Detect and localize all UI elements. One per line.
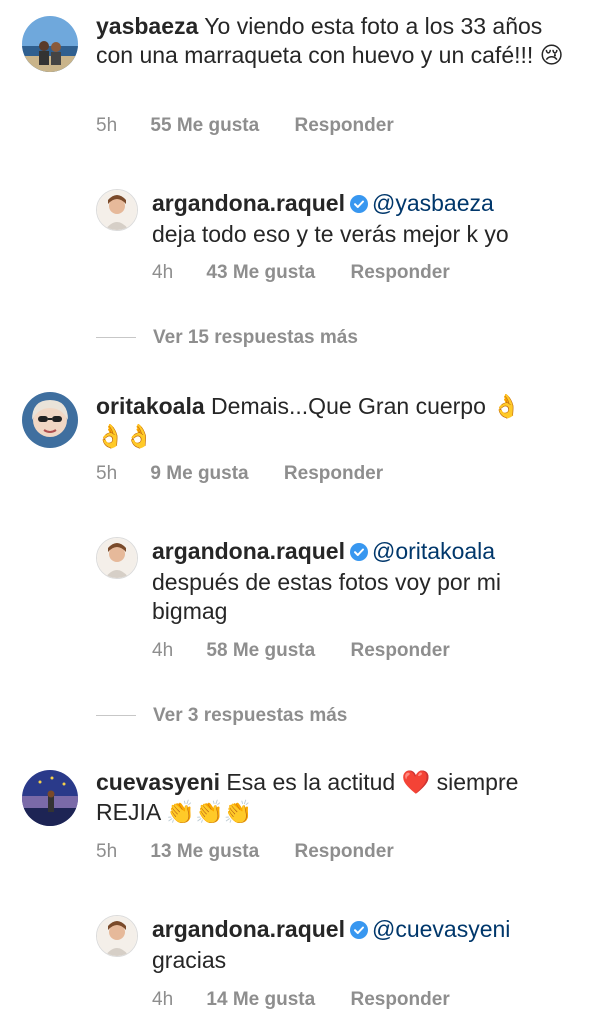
view-more-replies[interactable]: Ver 15 respuestas más — [96, 327, 358, 349]
reply-button[interactable]: Responder — [294, 115, 393, 137]
view-more-label[interactable]: Ver 15 respuestas más — [153, 327, 358, 348]
reply-mention[interactable]: @yasbaeza — [372, 190, 494, 216]
reply-time: 4h — [152, 262, 174, 283]
reply-meta: 4h 14 Me gusta Responder — [152, 989, 450, 1011]
verified-badge-icon — [349, 191, 368, 220]
avatar-cuevasyeni[interactable] — [22, 770, 78, 826]
avatar-yasbaeza[interactable] — [22, 16, 78, 72]
divider-line — [96, 337, 136, 339]
reply-mention[interactable]: @oritakoala — [372, 538, 495, 564]
comment-meta: 5h 13 Me gusta Responder — [96, 841, 394, 863]
comment-time: 5h — [96, 463, 118, 484]
reply-button[interactable]: Responder — [294, 841, 393, 863]
comment-meta: 5h 55 Me gusta Responder — [96, 115, 394, 137]
divider-line — [96, 715, 136, 717]
reply-body: gracias — [152, 947, 227, 973]
reply-mention[interactable]: @cuevasyeni — [372, 916, 510, 942]
view-more-replies[interactable]: Ver 3 respuestas más — [96, 705, 347, 727]
reply-username[interactable]: argandona.raquel — [152, 538, 345, 564]
verified-badge-icon — [349, 539, 368, 568]
avatar-woman-sunglasses — [22, 392, 78, 448]
reply-text: argandona.raquel @oritakoala después de e… — [152, 537, 572, 626]
comment-likes[interactable]: 13 Me gusta — [150, 841, 259, 863]
clapping-hands-emoji: 👏👏👏 — [166, 800, 253, 826]
comment-body: REJIA — [96, 799, 160, 825]
avatar-illustration-icon — [97, 190, 137, 230]
ok-hand-emoji: 👌👌 — [96, 424, 154, 450]
comment-likes[interactable]: 9 Me gusta — [150, 463, 248, 485]
reply-button[interactable]: Responder — [350, 262, 449, 284]
reply-likes[interactable]: 58 Me gusta — [206, 640, 315, 662]
red-heart-emoji: ❤️ — [401, 770, 431, 796]
reply-button[interactable]: Responder — [284, 463, 383, 485]
view-more-label[interactable]: Ver 3 respuestas más — [153, 705, 347, 726]
crying-face-emoji: 😢 — [539, 43, 564, 69]
avatar-argandona-raquel[interactable] — [96, 915, 138, 957]
reply-likes[interactable]: 14 Me gusta — [206, 989, 315, 1011]
avatar-sunset-photo — [22, 770, 78, 826]
reply-body: después de estas fotos voy por mi bigmag — [152, 569, 502, 624]
comment-body: Esa es la actitud — [226, 769, 396, 795]
comment-meta: 5h 9 Me gusta Responder — [96, 463, 383, 485]
reply-time: 4h — [152, 640, 174, 661]
ok-hand-emoji: 👌 — [492, 394, 521, 420]
comment-text: yasbaeza Yo viendo esta foto a los 33 añ… — [96, 12, 576, 71]
avatar-illustration-icon — [97, 538, 137, 578]
comment-body: siempre — [436, 769, 519, 795]
comment-username[interactable]: oritakoala — [96, 393, 205, 419]
reply-likes[interactable]: 43 Me gusta — [206, 262, 315, 284]
comment-text: cuevasyeni Esa es la actitud ❤️ siempre … — [96, 768, 576, 828]
comment-username[interactable]: yasbaeza — [96, 13, 198, 39]
avatar-argandona-raquel[interactable] — [96, 189, 138, 231]
avatar-argandona-raquel[interactable] — [96, 537, 138, 579]
avatar-beach-photo — [22, 16, 78, 72]
reply-text: argandona.raquel @yasbaeza deja todo eso … — [152, 189, 572, 249]
reply-body: deja todo eso y te verás mejor k yo — [152, 221, 509, 247]
reply-meta: 4h 58 Me gusta Responder — [152, 640, 450, 662]
avatar-oritakoala[interactable] — [22, 392, 78, 448]
comment-username[interactable]: cuevasyeni — [96, 769, 220, 795]
avatar-illustration-icon — [97, 916, 137, 956]
verified-badge-icon — [349, 917, 368, 946]
reply-time: 4h — [152, 989, 174, 1010]
reply-button[interactable]: Responder — [350, 640, 449, 662]
reply-button[interactable]: Responder — [350, 989, 449, 1011]
reply-username[interactable]: argandona.raquel — [152, 190, 345, 216]
reply-meta: 4h 43 Me gusta Responder — [152, 262, 450, 284]
reply-text: argandona.raquel @cuevasyeni gracias — [152, 915, 572, 975]
reply-username[interactable]: argandona.raquel — [152, 916, 345, 942]
comment-likes[interactable]: 55 Me gusta — [150, 115, 259, 137]
comment-time: 5h — [96, 115, 118, 136]
comment-body: Demais...Que Gran cuerpo — [211, 393, 486, 419]
comment-time: 5h — [96, 841, 118, 862]
comment-text: oritakoala Demais...Que Gran cuerpo 👌 👌👌 — [96, 392, 576, 452]
